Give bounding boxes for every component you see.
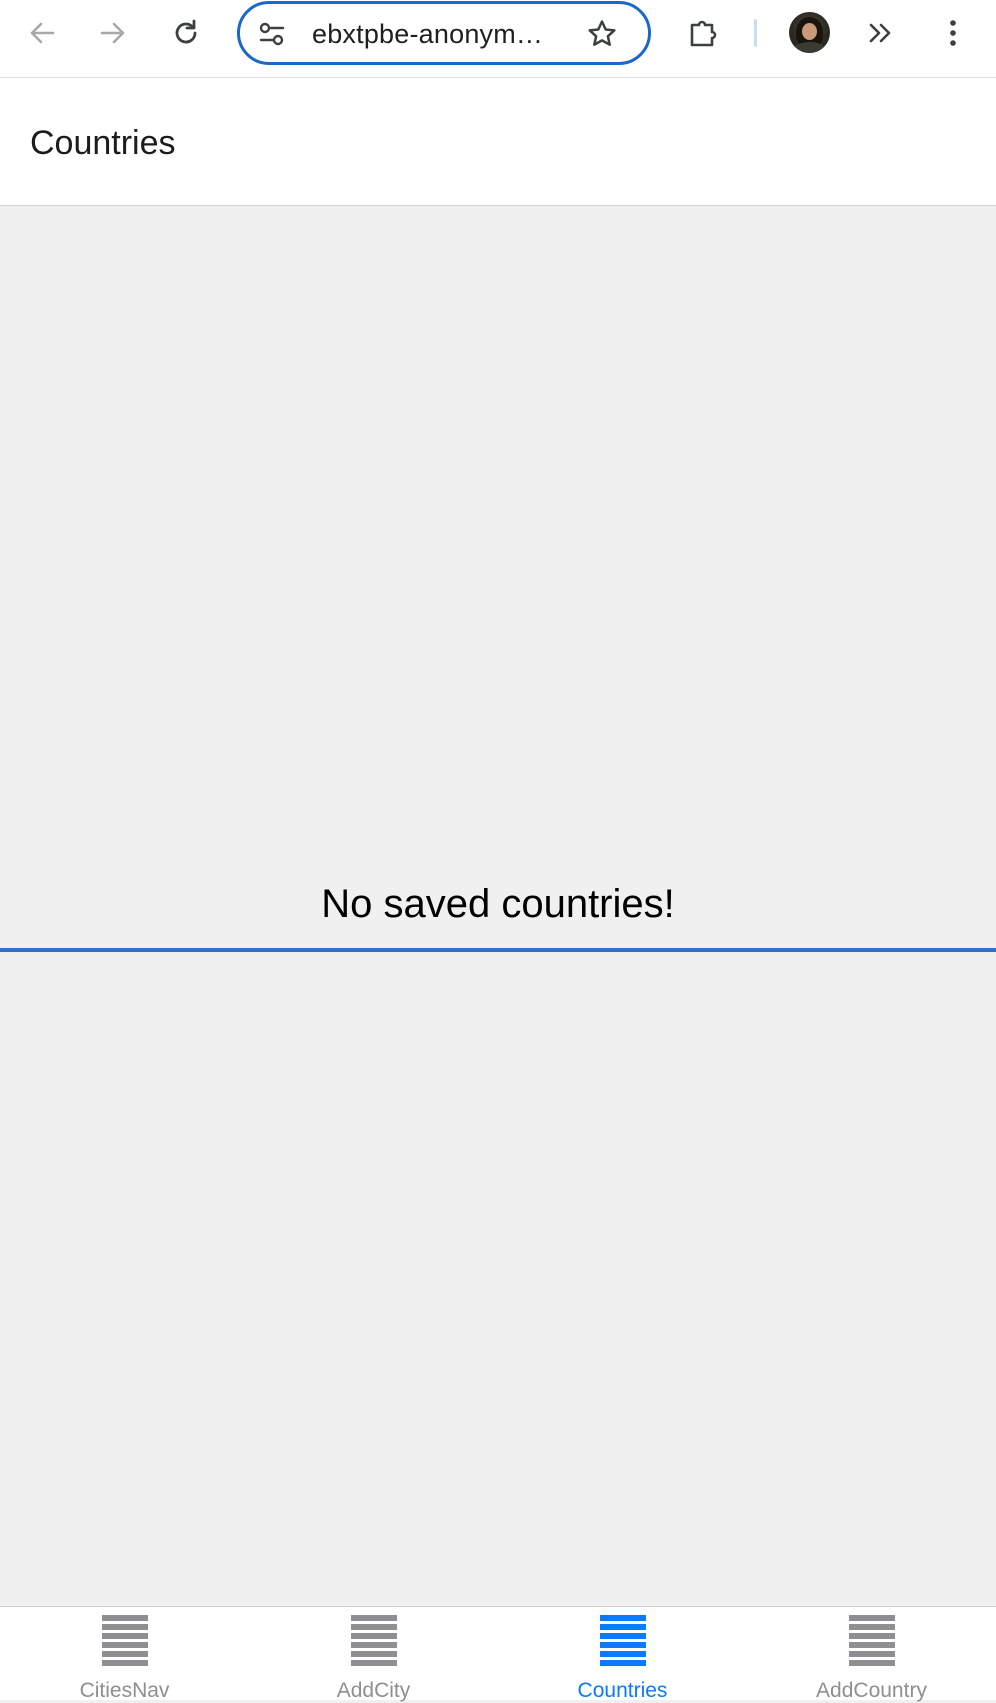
empty-state-message: No saved countries! (321, 882, 675, 926)
toolbar-divider (754, 19, 757, 47)
tab-label: AddCountry (816, 1679, 927, 1702)
double-chevron-right-icon (869, 23, 891, 43)
arrow-right-icon (100, 22, 125, 44)
tab-label: Countries (577, 1679, 668, 1702)
bottom-tab-bar: CitiesNav AddCity Countries AddCountry (0, 1606, 996, 1702)
extensions-button[interactable] (681, 11, 725, 55)
tab-addcountry[interactable]: AddCountry (747, 1607, 996, 1702)
tab-citiesnav[interactable]: CitiesNav (0, 1607, 249, 1702)
star-outline-icon[interactable] (586, 18, 618, 50)
browser-toolbar: ebxtpbe-anonym… (0, 0, 996, 78)
focus-indicator-line (0, 948, 996, 952)
main-content: No saved countries! (0, 206, 996, 1606)
list-icon (350, 1615, 397, 1666)
menu-button[interactable] (931, 11, 975, 55)
forward-button[interactable] (91, 11, 135, 55)
tune-icon[interactable] (258, 20, 286, 48)
list-icon (848, 1615, 895, 1666)
reload-icon (175, 19, 197, 44)
tab-addcity[interactable]: AddCity (249, 1607, 498, 1702)
list-icon (599, 1615, 646, 1666)
address-bar[interactable]: ebxtpbe-anonym… (237, 1, 651, 65)
back-button[interactable] (20, 11, 64, 55)
tab-label: AddCity (336, 1679, 411, 1702)
overflow-chevron-button[interactable] (859, 11, 903, 55)
vertical-dots-icon (950, 20, 956, 46)
list-icon (101, 1615, 148, 1666)
profile-avatar[interactable] (789, 12, 830, 53)
page-title: Countries (30, 124, 176, 162)
tab-countries[interactable]: Countries (498, 1607, 747, 1702)
reload-button[interactable] (164, 11, 208, 55)
tab-label: CitiesNav (79, 1679, 170, 1702)
puzzle-piece-icon (690, 20, 717, 47)
arrow-left-icon (30, 22, 55, 44)
url-text[interactable]: ebxtpbe-anonym… (312, 19, 543, 50)
app-header: Countries (0, 78, 996, 206)
